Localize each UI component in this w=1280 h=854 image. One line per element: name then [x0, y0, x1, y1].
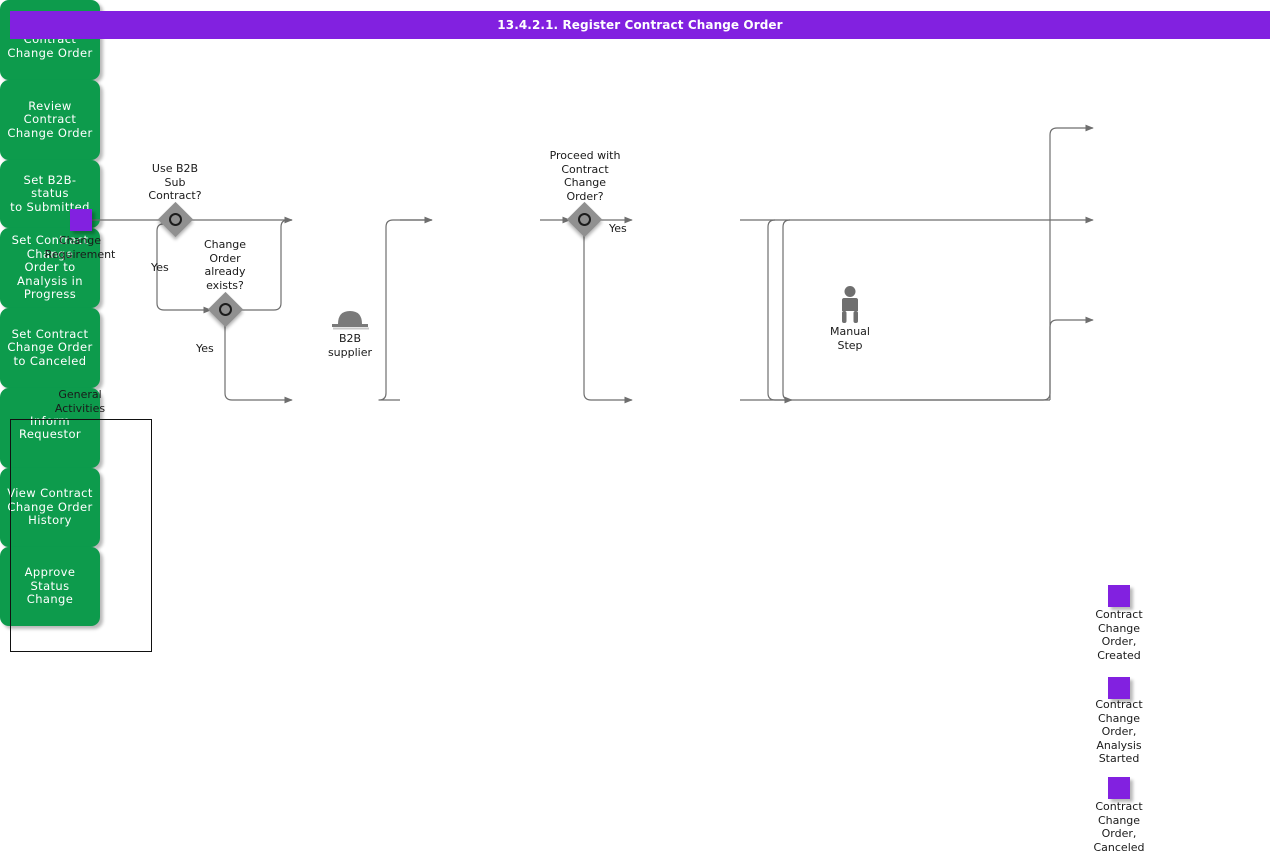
- start-event-label: Change Requirement: [20, 234, 140, 261]
- diagram-canvas: 13.4.2.1. Register Contract Change Order: [0, 0, 1280, 660]
- flow-label-yes-gw3: Yes: [609, 222, 627, 235]
- end-event-label: Contract Change Order, Created: [1069, 608, 1169, 662]
- inclusive-gateway-ring-icon: [169, 213, 182, 226]
- flow-canceled-rail-riser: [783, 220, 790, 400]
- gateway-label: Change Order already exists?: [184, 238, 266, 292]
- message-end-event-icon[interactable]: [1108, 777, 1130, 799]
- end-event-label: Contract Change Order, Canceled: [1069, 800, 1169, 854]
- flow-setb2b-to-review: [379, 220, 432, 400]
- inclusive-gateway-ring-icon: [578, 213, 591, 226]
- flow-gw3-no-to-canceled: [584, 234, 632, 400]
- flow-gw2-yes-to-setb2b: [225, 324, 292, 400]
- flow-analysis-rail-to-inform: [768, 220, 792, 400]
- manual-step-person-icon: [836, 285, 864, 325]
- task-label: Review Contract Change Order: [7, 100, 92, 141]
- general-activities-group: [10, 419, 152, 652]
- b2b-supplier-icon: [330, 308, 370, 330]
- manual-step-label: Manual Step: [810, 325, 890, 352]
- task-review-contract-change-order[interactable]: Review Contract Change Order: [0, 80, 100, 160]
- task-set-contract-change-order-to-canceled[interactable]: Set Contract Change Order to Canceled: [0, 308, 100, 388]
- message-end-event-icon[interactable]: [1108, 585, 1130, 607]
- message-end-event-icon[interactable]: [1108, 677, 1130, 699]
- inclusive-gateway-ring-icon: [219, 303, 232, 316]
- end-event-label: Contract Change Order, Analysis Started: [1069, 698, 1169, 766]
- task-label: Set Contract Change Order to Canceled: [7, 328, 92, 369]
- general-activities-title: General Activities: [20, 388, 140, 415]
- b2b-supplier-label: B2B supplier: [310, 332, 390, 359]
- flow-rail-to-end-created: [1050, 128, 1093, 400]
- message-start-event-icon[interactable]: [70, 209, 92, 231]
- gateway-label: Use B2B Sub Contract?: [130, 162, 220, 203]
- flow-label-yes-gw2: Yes: [196, 342, 214, 355]
- page-title: 13.4.2.1. Register Contract Change Order: [10, 11, 1270, 39]
- flow-canceled-to-end-canceled: [740, 320, 1093, 400]
- gateway-label: Proceed with Contract Change Order?: [528, 149, 642, 203]
- connector-layer: [0, 0, 1280, 660]
- flow-label-yes-gw1: Yes: [151, 261, 169, 274]
